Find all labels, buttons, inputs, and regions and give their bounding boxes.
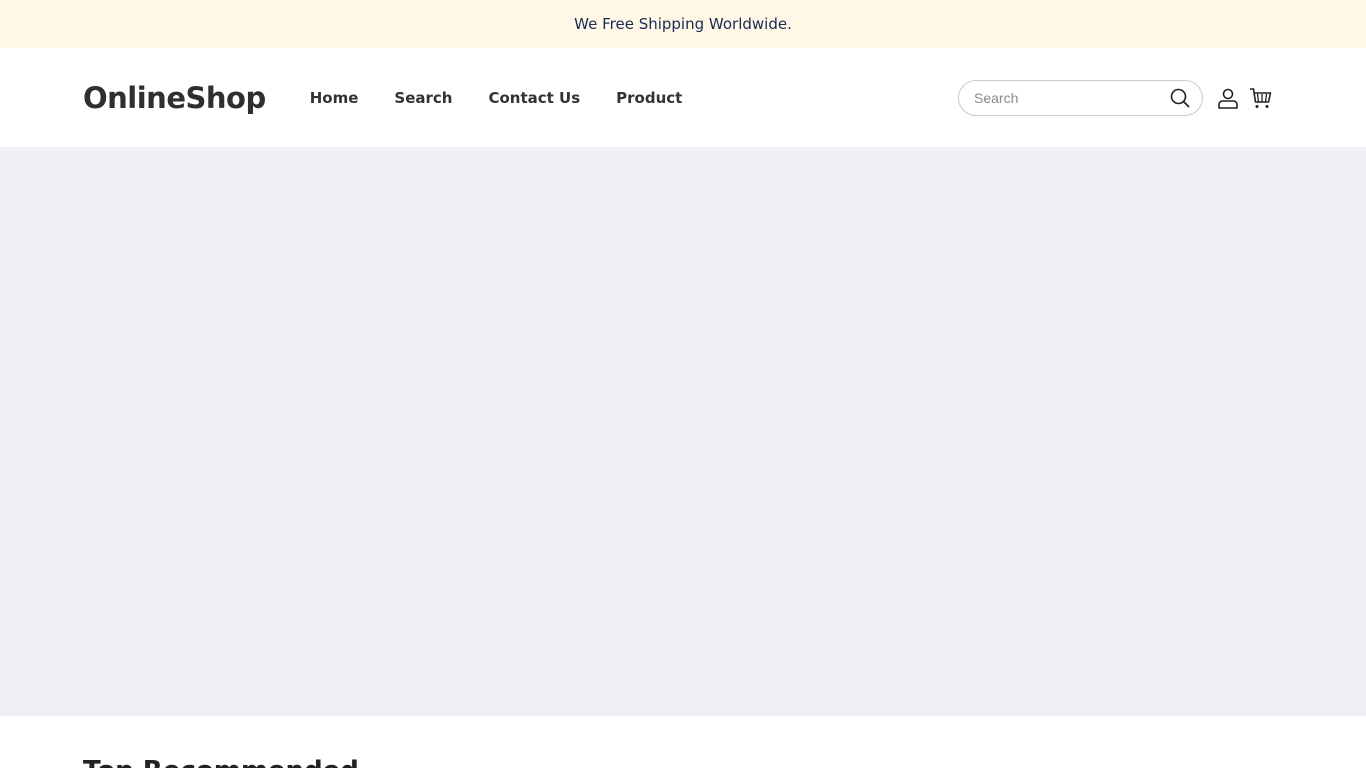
main-nav: Home Search Contact Us Product [310, 89, 719, 107]
announcement-text: We Free Shipping Worldwide. [574, 15, 792, 33]
search-box [958, 80, 1203, 116]
site-logo[interactable]: OnlineShop [83, 81, 266, 115]
search-icon[interactable] [1170, 88, 1190, 108]
header-actions [958, 80, 1273, 116]
nav-contact-us[interactable]: Contact Us [488, 89, 580, 107]
announcement-bar: We Free Shipping Worldwide. [0, 0, 1366, 48]
nav-home[interactable]: Home [310, 89, 359, 107]
user-icon[interactable] [1217, 87, 1239, 109]
nav-search[interactable]: Search [394, 89, 452, 107]
hero-banner [0, 147, 1366, 716]
search-input[interactable] [974, 90, 1170, 106]
site-header: OnlineShop Home Search Contact Us Produc… [0, 48, 1366, 147]
section-title: Top Recommended [0, 716, 1366, 768]
cart-icon[interactable] [1249, 86, 1273, 110]
nav-product[interactable]: Product [616, 89, 682, 107]
